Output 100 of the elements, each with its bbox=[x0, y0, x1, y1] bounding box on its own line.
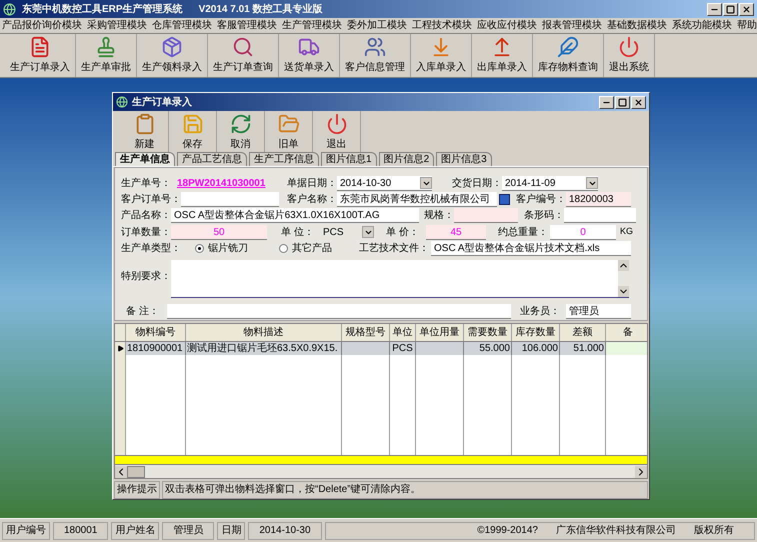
feather-icon bbox=[557, 36, 579, 58]
column-header[interactable]: 差额 bbox=[560, 324, 606, 341]
field-label: 工艺技术文件： bbox=[359, 242, 430, 256]
field-label: 客户名称： bbox=[287, 192, 337, 208]
unit-label: KG bbox=[620, 225, 634, 238]
vertical-scrollbar[interactable] bbox=[618, 260, 629, 297]
menu-item[interactable]: 委外加工模块 bbox=[347, 18, 407, 33]
toolbar-button[interactable]: 出库单录入 bbox=[472, 34, 533, 77]
radio-option[interactable]: 其它产品 bbox=[279, 241, 359, 256]
tab[interactable]: 图片信息2 bbox=[378, 152, 434, 166]
field-label: 订单数量： bbox=[121, 226, 171, 240]
field-label: 产品名称： bbox=[121, 208, 171, 224]
maximize-icon bbox=[618, 98, 627, 106]
menu-item[interactable]: 客服管理模块 bbox=[217, 18, 277, 33]
toolbar-button[interactable]: 生产订单查询 bbox=[208, 34, 279, 77]
stamp-icon bbox=[95, 36, 117, 58]
input-field[interactable]: 东莞市凤岗菁华数控机械有限公司 bbox=[337, 192, 497, 208]
lookup-icon[interactable] bbox=[499, 194, 510, 206]
column-header[interactable]: 需要数量 bbox=[464, 324, 512, 341]
scroll-left-icon bbox=[115, 466, 127, 478]
toolbar-button[interactable]: 退出系统 bbox=[604, 34, 655, 77]
truck-icon bbox=[298, 36, 320, 58]
input-field[interactable] bbox=[167, 304, 511, 319]
box-icon bbox=[161, 36, 183, 58]
minimize-button[interactable] bbox=[707, 2, 722, 16]
toolbar-button[interactable]: 送货单录入 bbox=[279, 34, 340, 77]
menu-item[interactable]: 产品报价询价模块 bbox=[2, 18, 82, 33]
scroll-thumb[interactable] bbox=[127, 466, 145, 478]
tab[interactable]: 产品工艺信息 bbox=[177, 152, 247, 166]
tab[interactable]: 图片信息3 bbox=[436, 152, 492, 166]
field-label: 单 位： bbox=[281, 226, 315, 240]
status-label: 日期 bbox=[217, 522, 246, 540]
tab[interactable]: 图片信息1 bbox=[321, 152, 377, 166]
tab[interactable]: 生产单信息 bbox=[115, 152, 175, 166]
table-cell: 测试用进口锯片毛坯63.5X0.9X15. bbox=[186, 342, 342, 355]
menu-item[interactable]: 生产管理模块 bbox=[282, 18, 342, 33]
maximize-button[interactable] bbox=[723, 2, 738, 16]
tab[interactable]: 生产工序信息 bbox=[249, 152, 319, 166]
menu-item[interactable]: 系统功能模块 bbox=[672, 18, 732, 33]
close-button[interactable] bbox=[631, 96, 646, 108]
toolbar-button[interactable]: 生产订单录入 bbox=[5, 34, 76, 77]
menu-item[interactable]: 采购管理模块 bbox=[87, 18, 147, 33]
field-label: 约总重量： bbox=[498, 226, 549, 240]
window-edition: V2014 7.01 数控工具专业版 bbox=[198, 2, 322, 16]
input-field[interactable]: OSC A型齿整体合金锯片63X1.0X16X100T.AG bbox=[171, 208, 419, 224]
field-label: 备 注： bbox=[125, 304, 160, 319]
radio-option[interactable]: 锯片铣刀 bbox=[195, 241, 279, 256]
minimize-button[interactable] bbox=[599, 96, 614, 108]
column-header[interactable]: 单位 bbox=[390, 324, 416, 341]
toolbar-button[interactable]: 生产领料录入 bbox=[137, 34, 208, 77]
dialog-globe-icon bbox=[116, 96, 128, 108]
unit-dropdown[interactable]: PCS bbox=[321, 224, 374, 240]
field-label: 生产单号： bbox=[121, 176, 172, 192]
column-header[interactable]: 库存数量 bbox=[512, 324, 560, 341]
scroll-right-icon bbox=[635, 466, 647, 478]
scroll-up-icon bbox=[618, 260, 629, 271]
field-label: 交货日期： bbox=[452, 176, 502, 192]
menu-item[interactable]: 帮助 bbox=[737, 18, 757, 33]
toolbar-button[interactable]: 入库单录入 bbox=[411, 34, 472, 77]
maximize-button[interactable] bbox=[615, 96, 630, 108]
toolbar-button[interactable]: 库存物料查询 bbox=[533, 34, 604, 77]
document-icon bbox=[29, 36, 51, 58]
input-field[interactable]: 18200003 bbox=[566, 192, 631, 208]
column-header[interactable]: 物料编号 bbox=[126, 324, 186, 341]
input-field[interactable] bbox=[181, 192, 279, 208]
input-field[interactable]: OSC A型齿整体合金锯片技术文档.xls bbox=[431, 241, 631, 256]
close-icon bbox=[742, 4, 751, 14]
table-cell: 1810900001 bbox=[126, 342, 186, 355]
table-cell: PCS bbox=[390, 342, 416, 355]
requirements-textarea[interactable] bbox=[171, 260, 629, 298]
column-header[interactable]: 备 bbox=[606, 324, 647, 341]
table-row[interactable]: 1810900001 测试用进口锯片毛坯63.5X0.9X15. PCS 55.000 106.000 51.000 bbox=[115, 342, 647, 355]
save-icon bbox=[182, 112, 204, 134]
status-label: 用户编号 bbox=[2, 522, 50, 540]
date-dropdown[interactable]: 2014-11-09 bbox=[502, 176, 598, 192]
menu-item[interactable]: 应收应付模块 bbox=[477, 18, 537, 33]
app-globe-icon bbox=[3, 2, 16, 16]
column-header[interactable]: 物料描述 bbox=[186, 324, 342, 341]
input-field[interactable] bbox=[564, 208, 636, 224]
toolbar-button[interactable]: 生产单审批 bbox=[76, 34, 137, 77]
hint-text: 双击表格可弹出物料选择窗口，按“Delete”键可清除内容。 bbox=[162, 481, 648, 499]
toolbar-button[interactable]: 客户信息管理 bbox=[340, 34, 411, 77]
order-number: 18PW20141030001 bbox=[177, 177, 266, 192]
menu-item[interactable]: 仓库管理模块 bbox=[152, 18, 212, 33]
field-label: 规格： bbox=[424, 208, 454, 224]
menu-item[interactable]: 工程技术模块 bbox=[412, 18, 472, 33]
close-button[interactable] bbox=[739, 2, 754, 16]
date-dropdown[interactable]: 2014-10-30 bbox=[337, 176, 432, 192]
column-header[interactable]: 单位用量 bbox=[416, 324, 464, 341]
field-label: 客户订单号： bbox=[121, 192, 181, 208]
field-label: 条形码： bbox=[524, 209, 564, 224]
input-field[interactable]: 管理员 bbox=[566, 304, 631, 319]
field-label: 业务员： bbox=[520, 304, 561, 319]
menu-item[interactable]: 报表管理模块 bbox=[542, 18, 602, 33]
close-icon bbox=[634, 98, 643, 106]
column-header[interactable]: 规格型号 bbox=[342, 324, 390, 341]
input-field[interactable] bbox=[454, 208, 518, 224]
menu-item[interactable]: 基础数据模块 bbox=[607, 18, 667, 33]
horizontal-scrollbar[interactable] bbox=[115, 465, 647, 478]
power-icon bbox=[326, 112, 348, 134]
